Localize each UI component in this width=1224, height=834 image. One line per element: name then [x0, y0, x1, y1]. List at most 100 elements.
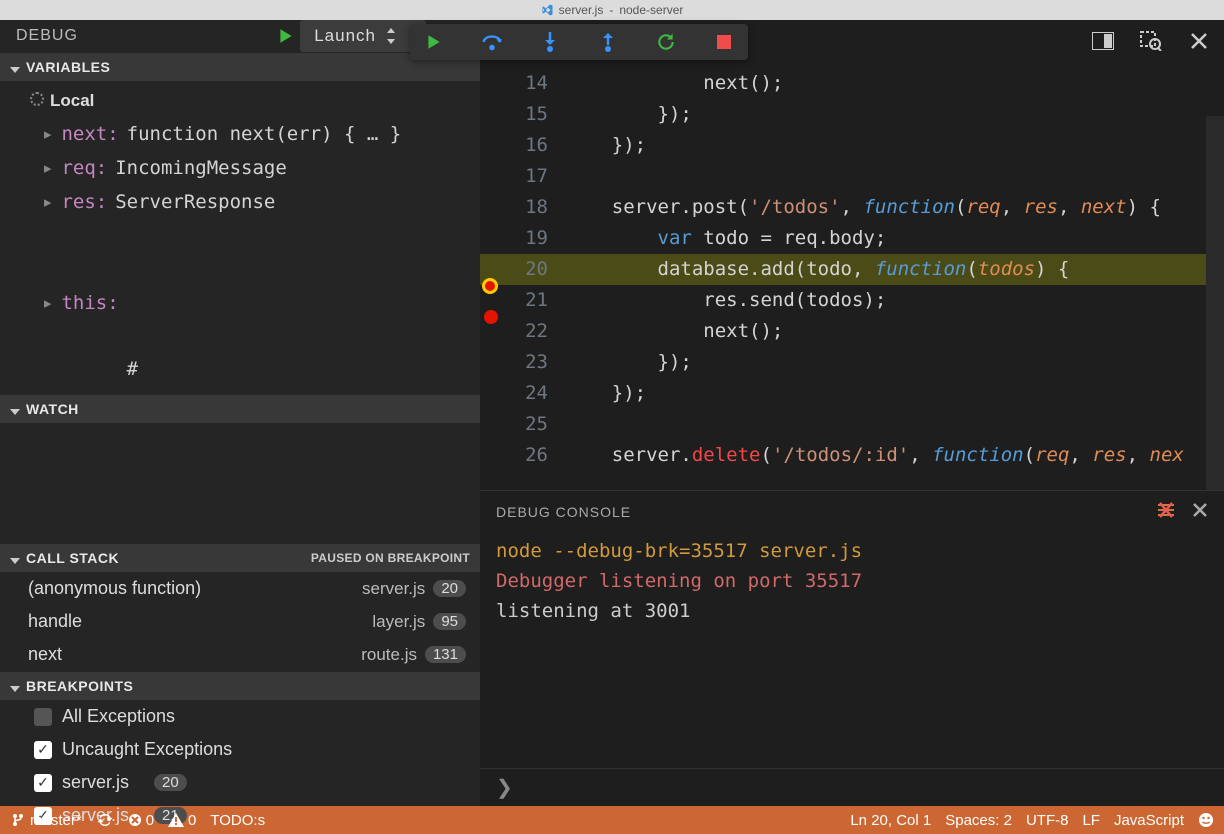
error-count: 0: [146, 812, 154, 829]
callstack-title: CALL STACK: [26, 550, 119, 566]
title-sep: -: [609, 3, 613, 17]
step-out-button[interactable]: [596, 30, 620, 54]
breakpoints-section: BREAKPOINTS All Exceptions✓Uncaught Exce…: [0, 671, 480, 832]
console-line: Debugger listening on port 35517: [496, 566, 1208, 596]
watch-title: WATCH: [26, 401, 79, 417]
checkbox-checked-icon[interactable]: ✓: [34, 774, 52, 792]
stop-button[interactable]: [712, 30, 736, 54]
code-text: next();: [566, 68, 783, 99]
close-panel-icon[interactable]: [1192, 502, 1208, 521]
eol-status[interactable]: LF: [1082, 812, 1100, 829]
code-line[interactable]: 25: [480, 409, 1224, 440]
split-editor-icon[interactable]: [1090, 28, 1116, 54]
frame-function: handle: [28, 611, 82, 632]
code-line[interactable]: 15 });: [480, 99, 1224, 130]
branch-name: master*: [30, 812, 82, 829]
breakpoint-label: server.js: [62, 772, 129, 793]
encoding-status[interactable]: UTF-8: [1026, 812, 1069, 829]
frame-function: (anonymous function): [28, 578, 201, 599]
errors-status[interactable]: 0: [128, 812, 154, 829]
debug-console-title: DEBUG CONSOLE: [496, 504, 631, 520]
checkbox-checked-icon[interactable]: ✓: [34, 741, 52, 759]
code-line[interactable]: 14 next();: [480, 68, 1224, 99]
step-into-button[interactable]: [538, 30, 562, 54]
warnings-status[interactable]: 0: [168, 812, 196, 829]
breakpoint-row[interactable]: ✓Uncaught Exceptions: [0, 733, 480, 766]
variable-row[interactable]: ▸ this: #: [12, 219, 480, 386]
variable-row[interactable]: ▸ res: ServerResponse: [12, 185, 480, 219]
current-breakpoint-icon[interactable]: [482, 278, 498, 294]
checkbox-unchecked-icon[interactable]: [34, 708, 52, 726]
launch-config-dropdown[interactable]: Launch: [300, 20, 426, 52]
code-line[interactable]: 20 database.add(todo, function(todos) {: [480, 254, 1224, 285]
frame-file: server.js: [362, 579, 425, 599]
twisty-icon: [10, 62, 20, 72]
code-text: });: [566, 347, 692, 378]
variables-scope-local[interactable]: Local: [12, 85, 480, 117]
code-line[interactable]: 21 res.send(todos);: [480, 285, 1224, 316]
git-sync-status[interactable]: [96, 813, 114, 827]
todo-status[interactable]: TODO:s: [210, 812, 265, 829]
git-branch-status[interactable]: master*: [10, 812, 82, 829]
twisty-icon: [10, 553, 20, 563]
feedback-icon[interactable]: [1198, 812, 1214, 828]
cursor-position-status[interactable]: Ln 20, Col 1: [850, 812, 931, 829]
code-line[interactable]: 22 next();: [480, 316, 1224, 347]
breakpoint-row[interactable]: All Exceptions: [0, 700, 480, 733]
breakpoints-header[interactable]: BREAKPOINTS: [0, 672, 480, 700]
start-debug-icon[interactable]: [272, 22, 300, 50]
callstack-frame[interactable]: handlelayer.js95: [0, 605, 480, 638]
caret-icon: ▸: [42, 157, 53, 179]
code-line[interactable]: 16 });: [480, 130, 1224, 161]
line-number: 17: [506, 161, 566, 192]
restart-button[interactable]: [654, 30, 678, 54]
continue-button[interactable]: [422, 30, 446, 54]
title-project: node-server: [619, 3, 683, 17]
line-number: 16: [506, 130, 566, 161]
debug-console-panel: DEBUG CONSOLE node --debug-brk=35517 ser…: [480, 490, 1224, 806]
code-line[interactable]: 26 server.delete('/todos/:id', function(…: [480, 440, 1224, 471]
code-line[interactable]: 24 });: [480, 378, 1224, 409]
debug-toolbar[interactable]: [410, 24, 748, 60]
code-line[interactable]: 17: [480, 161, 1224, 192]
frame-file: route.js: [361, 645, 417, 665]
frame-file: layer.js: [372, 612, 425, 632]
code-text: });: [566, 378, 646, 409]
breakpoint-icon[interactable]: [484, 310, 498, 324]
line-number: 18: [506, 192, 566, 223]
code-text: server.delete('/todos/:id', function(req…: [566, 440, 1184, 471]
twisty-icon: [10, 681, 20, 691]
variable-name: res:: [61, 191, 107, 213]
indentation-status[interactable]: Spaces: 2: [945, 812, 1012, 829]
language-status[interactable]: JavaScript: [1114, 812, 1184, 829]
line-number: 20: [506, 254, 566, 285]
variables-header[interactable]: VARIABLES: [0, 53, 480, 81]
code-line[interactable]: 19 var todo = req.body;: [480, 223, 1224, 254]
variable-row[interactable]: ▸ req: IncomingMessage: [12, 151, 480, 185]
close-editor-icon[interactable]: [1186, 28, 1212, 54]
code-line[interactable]: 23 });: [480, 347, 1224, 378]
code-text: });: [566, 99, 692, 130]
code-editor[interactable]: 14 next();15 });16 });1718 server.post('…: [480, 68, 1224, 490]
debug-console-input[interactable]: ❯: [480, 768, 1224, 806]
callstack-frame[interactable]: (anonymous function)server.js20: [0, 572, 480, 605]
step-over-button[interactable]: [480, 30, 504, 54]
variable-row[interactable]: ▸ next: function next(err) { … }: [12, 117, 480, 151]
code-line[interactable]: 18 server.post('/todos', function(req, r…: [480, 192, 1224, 223]
variable-value: #: [127, 225, 438, 380]
code-text: server.post('/todos', function(req, res,…: [566, 192, 1161, 223]
open-preview-icon[interactable]: [1138, 28, 1164, 54]
callstack-status: PAUSED ON BREAKPOINT: [311, 551, 470, 565]
callstack-section: CALL STACK PAUSED ON BREAKPOINT (anonymo…: [0, 543, 480, 671]
code-text: var todo = req.body;: [566, 223, 886, 254]
callstack-header[interactable]: CALL STACK PAUSED ON BREAKPOINT: [0, 544, 480, 572]
breakpoint-row[interactable]: ✓server.js 20: [0, 766, 480, 799]
clear-console-icon[interactable]: [1156, 501, 1176, 522]
minimap[interactable]: [1206, 116, 1224, 490]
watch-header[interactable]: WATCH: [0, 395, 480, 423]
variable-value: function next(err) { … }: [127, 123, 402, 145]
code-text: next();: [566, 316, 783, 347]
title-filename: server.js: [559, 3, 604, 17]
console-line: listening at 3001: [496, 596, 1208, 626]
callstack-frame[interactable]: nextroute.js131: [0, 638, 480, 671]
